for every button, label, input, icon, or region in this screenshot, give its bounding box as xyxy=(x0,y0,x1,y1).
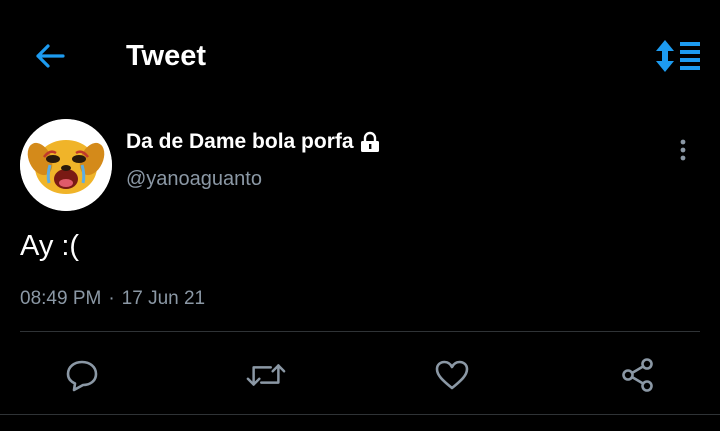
sort-button[interactable] xyxy=(654,36,702,76)
arrow-left-icon xyxy=(36,44,65,68)
share-icon xyxy=(622,358,653,392)
vertical-dots-icon xyxy=(680,139,686,161)
crying-dog-avatar-image xyxy=(20,119,112,211)
retweet-button[interactable] xyxy=(246,356,286,394)
share-button[interactable] xyxy=(618,356,658,394)
tweet-timestamp: 08:49 PM · 17 Jun 21 xyxy=(20,285,205,313)
tweet-time: 08:49 PM xyxy=(20,288,102,309)
page-title: Tweet xyxy=(126,40,207,72)
reply-button[interactable] xyxy=(62,356,102,394)
bottom-divider xyxy=(0,414,720,415)
back-button[interactable] xyxy=(30,38,70,74)
user-handle[interactable]: @yanoaguanto xyxy=(126,165,262,193)
heart-icon xyxy=(435,360,469,390)
sort-list-icon xyxy=(656,40,700,72)
display-name: Da de Dame bola porfa xyxy=(126,130,354,153)
divider xyxy=(20,331,700,332)
tweet-date: 17 Jun 21 xyxy=(121,288,206,309)
like-button[interactable] xyxy=(432,356,472,394)
reply-bubble-icon xyxy=(66,360,98,392)
top-app-bar: Tweet xyxy=(0,0,720,112)
tweet-text: Ay :( xyxy=(20,230,80,262)
timestamp-separator: · xyxy=(108,288,115,309)
avatar[interactable] xyxy=(20,119,112,211)
more-options-button[interactable] xyxy=(668,134,698,166)
author-name-row[interactable]: Da de Dame bola porfa xyxy=(126,127,381,157)
lock-icon xyxy=(359,131,381,153)
retweet-icon xyxy=(246,364,286,386)
